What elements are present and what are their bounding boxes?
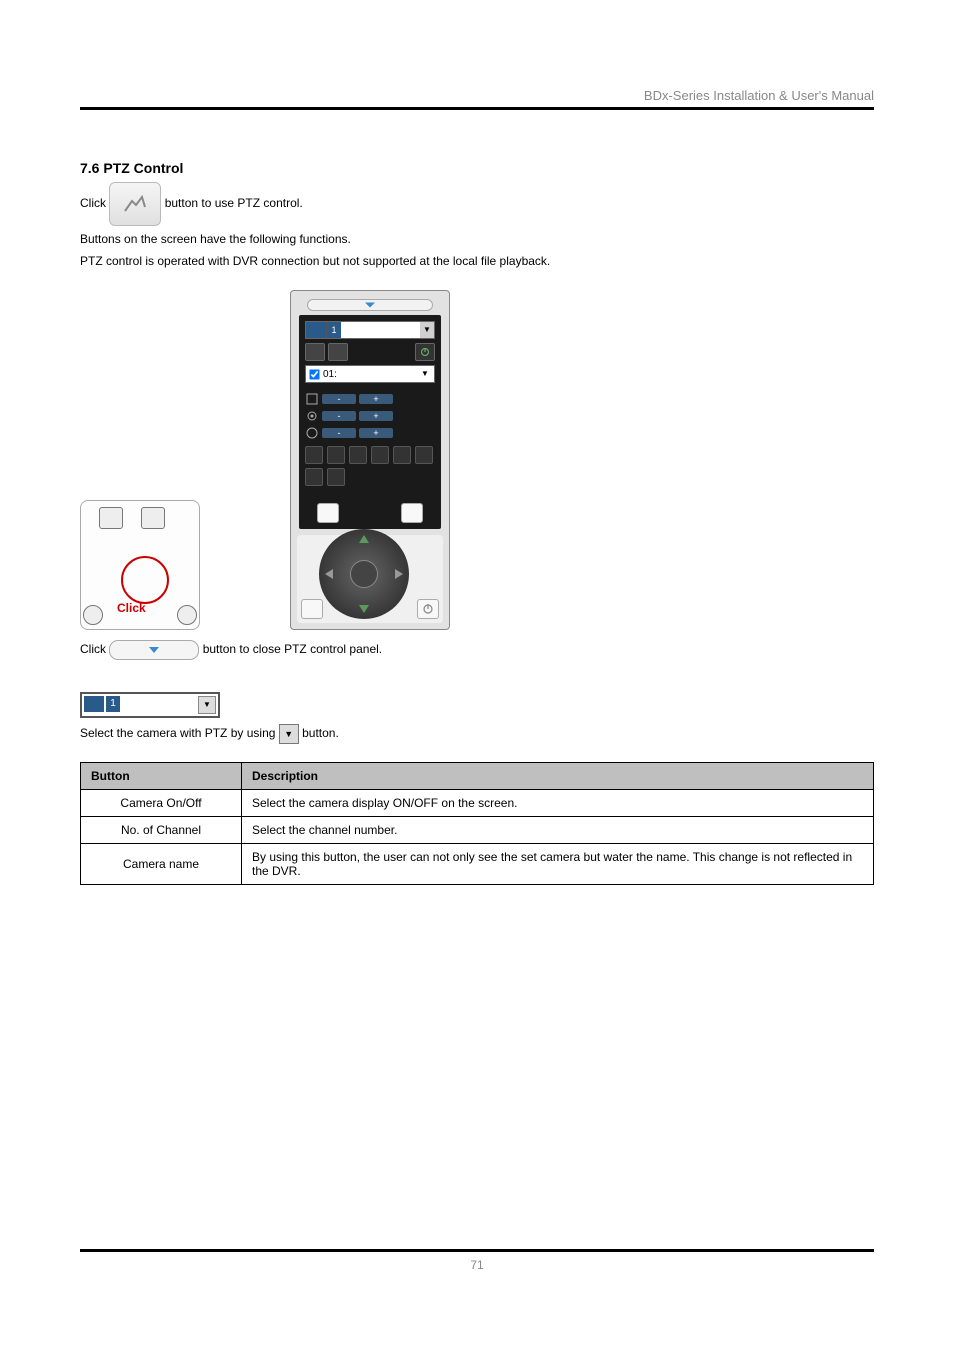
chevron-down-icon: ▼: [420, 322, 434, 338]
ptz-button-table: Button Description Camera On/Off Select …: [80, 762, 874, 885]
ptz-up-icon[interactable]: [359, 535, 369, 543]
ptz-collapsed-screenshot: Click: [80, 500, 200, 630]
page-header: BDx-Series Installation & User's Manual: [80, 88, 874, 103]
ptz-left-icon[interactable]: [325, 569, 333, 579]
grid-icon-1[interactable]: [305, 446, 323, 464]
th-desc: Description: [242, 763, 874, 790]
channel-checkbox[interactable]: [309, 369, 319, 379]
ptz-control-panel: 1 ▼ 01: ▼ -: [299, 315, 441, 529]
ptz-right-icon[interactable]: [395, 569, 403, 579]
grid-icon-4[interactable]: [371, 446, 389, 464]
camera-select-suffix: button.: [302, 726, 339, 740]
camera-select-block: 1 ▼ Select the camera with PTZ by using …: [80, 692, 874, 744]
intro-line: Click button to use PTZ control.: [80, 182, 874, 226]
chevron-down-icon: ▼: [418, 366, 432, 382]
dropdown-arrow-icon: ▼: [279, 724, 299, 744]
channel-label: 01:: [323, 369, 337, 380]
ptz-center-button[interactable]: [350, 560, 378, 588]
section-title: 7.6 PTZ Control: [80, 160, 874, 176]
ptz-joystick-area: [297, 535, 443, 623]
zoom-minus[interactable]: -: [322, 394, 356, 404]
table-row: No. of Channel Select the channel number…: [81, 817, 874, 844]
ptz-function-grid: [305, 446, 435, 486]
cell-desc: By using this button, the user can not o…: [242, 844, 874, 885]
speaker-icon: [83, 605, 103, 625]
panel-power-button[interactable]: [415, 343, 435, 361]
ptz-down-icon[interactable]: [359, 605, 369, 613]
camera-number: 1: [327, 322, 341, 338]
ptz-expanded-screenshot: 1 ▼ 01: ▼ -: [290, 290, 450, 630]
footer-rule: [80, 1249, 874, 1252]
th-button: Button: [81, 763, 242, 790]
grid-icon-2[interactable]: [327, 446, 345, 464]
tour-button[interactable]: [328, 343, 348, 361]
focus-plus[interactable]: +: [359, 411, 393, 421]
cell-desc: Select the channel number.: [242, 817, 874, 844]
grid-icon-7[interactable]: [305, 468, 323, 486]
camera-number: 1: [106, 696, 120, 712]
mini-icon-2: [141, 507, 165, 529]
camera-dropdown[interactable]: 1 ▼: [305, 321, 435, 339]
table-row: Camera On/Off Select the camera display …: [81, 790, 874, 817]
header-rule: [80, 107, 874, 110]
chevron-down-icon: ▼: [198, 696, 216, 714]
screenshot-row: Click 1 ▼: [80, 290, 874, 630]
camera-icon: [84, 696, 104, 712]
table-row: Camera name By using this button, the us…: [81, 844, 874, 885]
power-icon: [177, 605, 197, 625]
close-panel-line: Click button to close PTZ control panel.: [80, 640, 874, 660]
cell-button: Camera On/Off: [81, 790, 242, 817]
camera-select-prefix: Select the camera with PTZ by using: [80, 726, 275, 740]
panel-collapse-handle[interactable]: [307, 299, 433, 311]
desc-line-2: PTZ control is operated with DVR connect…: [80, 252, 874, 270]
cell-button: Camera name: [81, 844, 242, 885]
desc-line-1: Buttons on the screen have the following…: [80, 230, 874, 248]
camera-icon: [306, 322, 327, 338]
channel-checkbox-row[interactable]: 01: ▼: [305, 365, 435, 383]
power-icon[interactable]: [417, 599, 439, 619]
camera-select-text: Select the camera with PTZ by using ▼ bu…: [80, 724, 874, 744]
focus-minus[interactable]: -: [322, 411, 356, 421]
ptz-open-icon: [109, 182, 161, 226]
grid-icon-8[interactable]: [327, 468, 345, 486]
collapse-handle-icon: [109, 640, 199, 660]
intro-suffix: button to use PTZ control.: [165, 196, 303, 210]
iris-icon: [305, 426, 319, 440]
iris-minus[interactable]: -: [322, 428, 356, 438]
preset-button[interactable]: [305, 343, 325, 361]
mini-icon-1: [99, 507, 123, 529]
page-number: 71: [80, 1258, 874, 1272]
grid-icon-5[interactable]: [393, 446, 411, 464]
ptz-joystick[interactable]: [319, 529, 409, 619]
cell-button: No. of Channel: [81, 817, 242, 844]
grid-icon-3[interactable]: [349, 446, 367, 464]
zoom-icon: [305, 392, 319, 406]
focus-row: - +: [305, 409, 435, 423]
close-prefix: Click: [80, 642, 106, 656]
click-label: Click: [117, 601, 146, 615]
iris-row: - +: [305, 426, 435, 440]
speaker-icon[interactable]: [301, 599, 323, 619]
close-suffix: button to close PTZ control panel.: [203, 642, 382, 656]
zoom-row: - +: [305, 392, 435, 406]
click-highlight-circle: [121, 556, 169, 604]
grid-icon-6[interactable]: [415, 446, 433, 464]
camera-select-dropdown[interactable]: 1 ▼: [80, 692, 220, 718]
iris-plus[interactable]: +: [359, 428, 393, 438]
zoom-plus[interactable]: +: [359, 394, 393, 404]
focus-icon: [305, 409, 319, 423]
intro-prefix: Click: [80, 196, 106, 210]
cell-desc: Select the camera display ON/OFF on the …: [242, 790, 874, 817]
ptz-icon-right[interactable]: [401, 503, 423, 523]
ptz-icon-left[interactable]: [317, 503, 339, 523]
